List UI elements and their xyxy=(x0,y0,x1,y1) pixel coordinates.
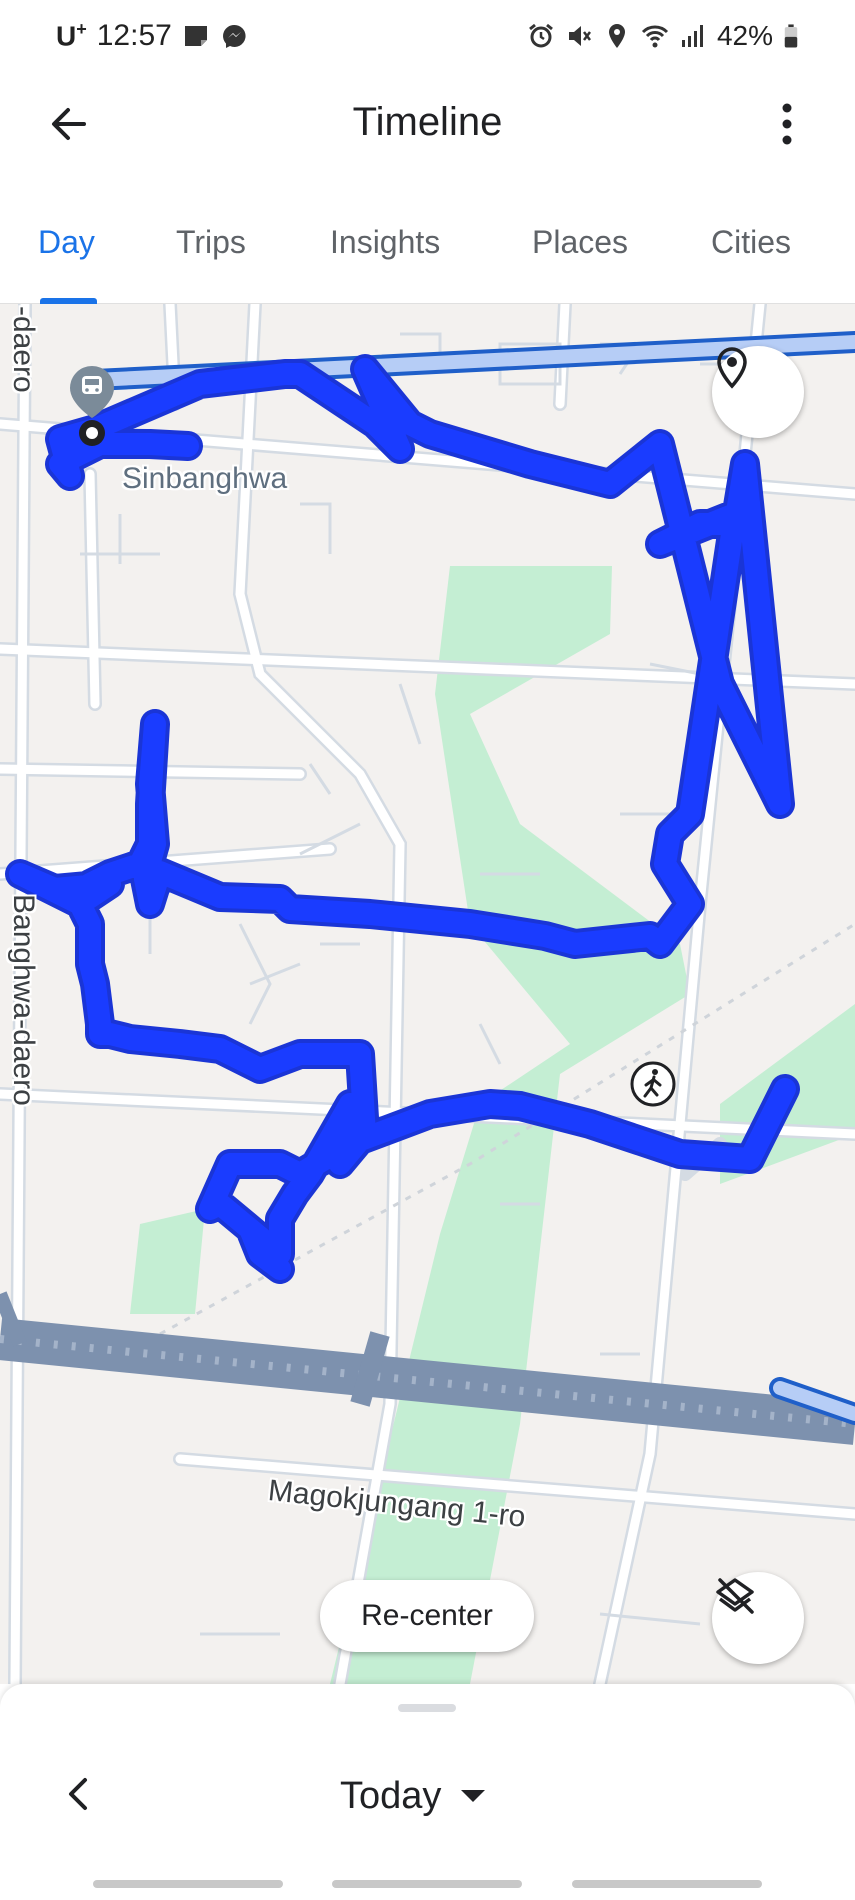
map-view[interactable]: -daero Banghwa-daero Sinbanghwa Magokjun… xyxy=(0,304,855,1684)
tab-insights[interactable]: Insights xyxy=(330,224,440,261)
wifi-icon xyxy=(641,25,669,48)
gesture-bar xyxy=(0,1880,855,1890)
notification-icon xyxy=(184,26,207,46)
toggle-layers-button[interactable] xyxy=(712,1572,804,1664)
carrier-label: U+ xyxy=(56,19,87,52)
train-icon xyxy=(82,376,102,394)
tab-cities[interactable]: Cities xyxy=(711,224,791,261)
map-canvas[interactable] xyxy=(0,304,855,1684)
walking-route xyxy=(9,358,796,1280)
tab-places[interactable]: Places xyxy=(532,224,628,261)
chevron-left-icon xyxy=(69,1778,87,1810)
location-pin-button[interactable] xyxy=(712,346,804,438)
app-bar: Timeline xyxy=(0,72,855,176)
gesture-segment-left xyxy=(93,1880,283,1888)
recenter-button[interactable]: Re-center xyxy=(320,1580,534,1652)
layers-off-icon xyxy=(716,1578,754,1614)
more-options-button[interactable] xyxy=(755,92,819,156)
status-left: U+ 12:57 xyxy=(56,14,248,58)
status-right: 42% xyxy=(527,14,799,58)
messenger-icon xyxy=(222,24,246,48)
status-time: 12:57 xyxy=(96,19,172,52)
drag-handle[interactable] xyxy=(398,1704,456,1712)
alarm-icon xyxy=(529,23,553,48)
gesture-segment-right xyxy=(572,1880,762,1888)
street-label-top: -daero xyxy=(7,306,40,393)
mute-icon xyxy=(568,26,591,46)
bottom-sheet[interactable]: Today xyxy=(0,1684,855,1900)
status-bar: U+ 12:57 42% xyxy=(0,0,855,72)
battery-icon xyxy=(784,24,798,48)
previous-day-button[interactable] xyxy=(50,1766,106,1822)
location-icon xyxy=(608,24,625,48)
more-vert-icon xyxy=(782,103,792,145)
tab-bar: Day Trips Insights Places Cities xyxy=(0,176,855,304)
station-label: Sinbanghwa xyxy=(122,462,288,495)
date-label: Today xyxy=(340,1774,442,1817)
location-pin-icon xyxy=(717,347,747,389)
walking-marker[interactable] xyxy=(630,1061,676,1107)
tab-trips[interactable]: Trips xyxy=(176,224,246,261)
battery-percent: 42% xyxy=(716,20,773,51)
gesture-segment-center xyxy=(332,1880,522,1888)
street-label-banghwa: Banghwa-daero xyxy=(7,894,40,1106)
tab-day[interactable]: Day xyxy=(38,224,95,261)
arrow-drop-down-icon xyxy=(461,1790,486,1802)
park-area-west xyxy=(130,1209,205,1314)
page-title: Timeline xyxy=(352,100,503,144)
signal-icon xyxy=(681,25,703,47)
date-selector[interactable]: Today xyxy=(340,1768,487,1824)
